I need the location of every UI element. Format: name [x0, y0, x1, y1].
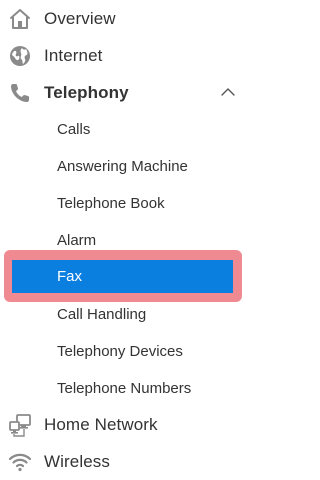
sidebar-subitem-answering-machine[interactable]: Answering Machine — [0, 148, 248, 185]
globe-icon — [8, 44, 32, 68]
sidebar-item-label: Internet — [44, 45, 103, 65]
sidebar-subitem-label: Call Handling — [57, 306, 147, 323]
sidebar-item-overview[interactable]: Overview — [0, 0, 248, 37]
phone-icon — [8, 81, 32, 105]
sidebar-item-wireless[interactable]: Wireless — [0, 443, 248, 480]
sidebar-item-home-network[interactable]: Home Network — [0, 406, 248, 443]
sidebar-subitem-label: Telephone Numbers — [57, 380, 192, 397]
sidebar-item-internet[interactable]: Internet — [0, 37, 248, 74]
sidebar-item-label: Home Network — [44, 414, 158, 434]
sidebar-subitem-label: Calls — [57, 121, 91, 138]
sidebar-subitem-label: Answering Machine — [57, 158, 188, 175]
sidebar-subitem-calls[interactable]: Calls — [0, 111, 248, 148]
sidebar-subitem-fax[interactable]: Fax — [12, 260, 233, 293]
sidebar-subitem-call-handling[interactable]: Call Handling — [0, 296, 248, 333]
sidebar-subitem-telephone-book[interactable]: Telephone Book — [0, 185, 248, 222]
sidebar-subitem-label: Telephone Book — [57, 195, 165, 212]
sidebar-item-telephony[interactable]: Telephony — [0, 74, 248, 111]
sidebar-subitem-label: Telephony Devices — [57, 343, 183, 360]
home-icon — [8, 7, 32, 31]
sidebar-item-label: Overview — [44, 8, 116, 28]
sidebar-subitem-telephony-devices[interactable]: Telephony Devices — [0, 333, 248, 370]
sidebar-subitem-label: Fax — [57, 268, 83, 285]
sidebar-subitem-telephone-numbers[interactable]: Telephone Numbers — [0, 370, 248, 407]
network-icon — [8, 413, 32, 437]
sidebar-item-label: Telephony — [44, 82, 129, 102]
wifi-icon — [8, 450, 32, 474]
chevron-up-icon[interactable] — [220, 84, 236, 100]
sidebar-subitem-label: Alarm — [57, 232, 97, 249]
sidebar-nav: Overview Internet Telephony Calls Answer… — [0, 0, 248, 480]
sidebar-item-label: Wireless — [44, 451, 110, 471]
